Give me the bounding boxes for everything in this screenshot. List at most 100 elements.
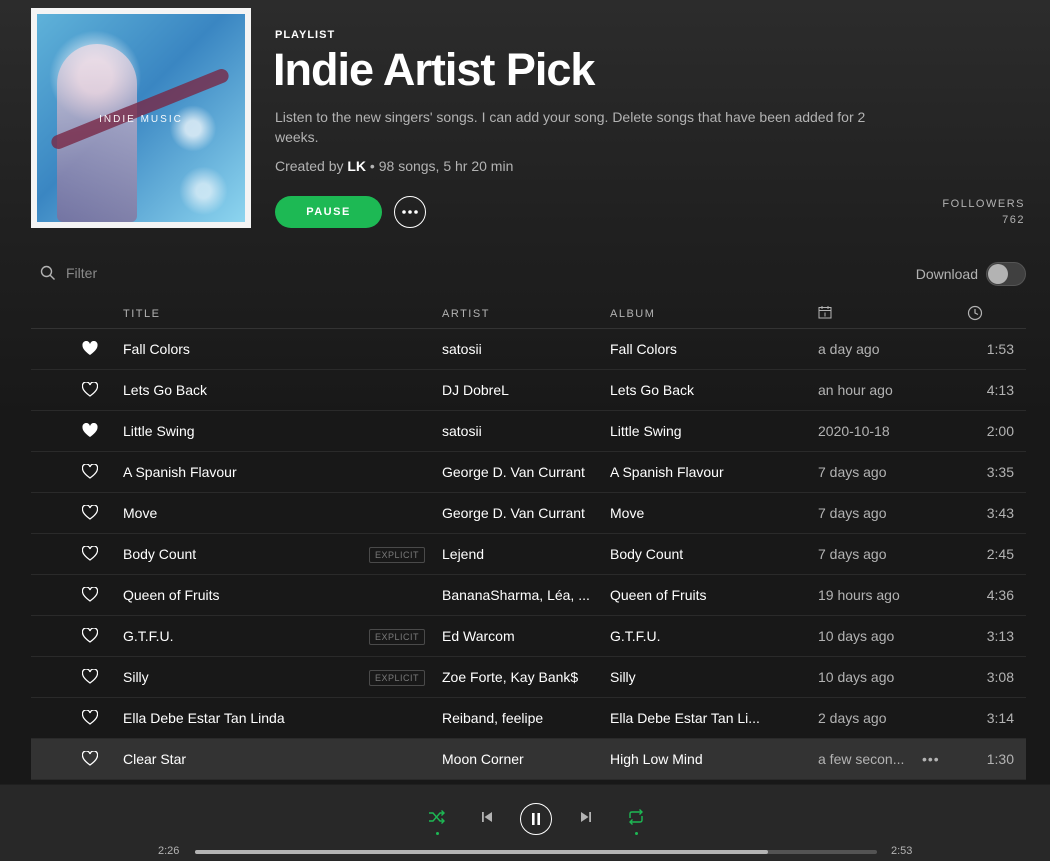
track-duration: 3:14 — [986, 710, 1014, 726]
row-more-icon[interactable]: ••• — [922, 751, 940, 767]
heart-outline-icon[interactable] — [82, 669, 98, 685]
track-album[interactable]: Fall Colors — [610, 341, 770, 357]
playlist-cover[interactable]: INDIE MUSIC — [31, 8, 251, 228]
owner-link[interactable]: LK — [347, 158, 366, 174]
track-album[interactable]: Silly — [610, 669, 770, 685]
repeat-active-dot — [635, 832, 638, 835]
filter-input[interactable] — [66, 265, 226, 281]
track-date-added: 7 days ago — [818, 464, 887, 480]
track-duration: 4:13 — [986, 382, 1014, 398]
track-row[interactable]: Clear Star Moon Corner High Low Mind a few … — [31, 739, 1026, 780]
track-artist[interactable]: George D. Van Currant — [442, 464, 598, 480]
cover-text: INDIE MUSIC — [99, 114, 183, 125]
track-title[interactable]: A Spanish Flavour — [123, 464, 237, 480]
track-artist[interactable]: Ed Warcom — [442, 628, 598, 644]
track-row[interactable]: Body Count EXPLICIT Lejend Body Count 7 days… — [31, 534, 1026, 575]
track-duration: 1:53 — [986, 341, 1014, 357]
page-title: Indie Artist Pick — [273, 44, 595, 95]
track-date-added: 10 days ago — [818, 628, 895, 644]
track-row[interactable]: Ella Debe Estar Tan Linda Reiband, feelip… — [31, 698, 1026, 739]
heart-outline-icon[interactable] — [82, 587, 98, 603]
track-title[interactable]: Ella Debe Estar Tan Linda — [123, 710, 285, 726]
download-label: Download — [915, 266, 978, 282]
heart-outline-icon[interactable] — [82, 505, 98, 521]
playlist-meta: Created by LK • 98 songs, 5 hr 20 min — [275, 158, 513, 174]
track-artist[interactable]: Zoe Forte, Kay Bank$ — [442, 669, 598, 685]
track-title[interactable]: G.T.F.U. — [123, 628, 174, 644]
track-album[interactable]: A Spanish Flavour — [610, 464, 770, 480]
track-title[interactable]: Lets Go Back — [123, 382, 207, 398]
followers-count: 762 — [1002, 214, 1025, 226]
track-title[interactable]: Move — [123, 505, 157, 521]
shuffle-active-dot — [436, 832, 439, 835]
track-album[interactable]: Lets Go Back — [610, 382, 770, 398]
track-row[interactable]: Queen of Fruits BananaSharma, Léa, ... Que… — [31, 575, 1026, 616]
download-toggle[interactable] — [986, 262, 1026, 286]
track-list: Fall Colors satosii Fall Colors a day ago 1:… — [31, 329, 1026, 780]
track-title[interactable]: Fall Colors — [123, 341, 190, 357]
search-icon — [40, 265, 55, 280]
heart-outline-icon[interactable] — [82, 546, 98, 562]
track-row[interactable]: Move George D. Van Currant Move 7 days ago 3… — [31, 493, 1026, 534]
track-date-added: an hour ago — [818, 382, 893, 398]
column-header-date-added[interactable] — [818, 305, 832, 322]
track-album[interactable]: G.T.F.U. — [610, 628, 770, 644]
playlist-description: Listen to the new singers' songs. I can … — [275, 109, 866, 145]
heart-outline-icon[interactable] — [82, 751, 98, 767]
track-artist[interactable]: George D. Van Currant — [442, 505, 598, 521]
heart-outline-icon[interactable] — [82, 464, 98, 480]
track-album[interactable]: Move — [610, 505, 770, 521]
track-title[interactable]: Body Count — [123, 546, 196, 562]
track-row[interactable]: A Spanish Flavour George D. Van Currant A … — [31, 452, 1026, 493]
track-title[interactable]: Clear Star — [123, 751, 186, 767]
track-album[interactable]: Little Swing — [610, 423, 770, 439]
track-artist[interactable]: BananaSharma, Léa, ... — [442, 587, 598, 603]
track-row[interactable]: Silly EXPLICIT Zoe Forte, Kay Bank$ Silly 10… — [31, 657, 1026, 698]
previous-button[interactable] — [478, 807, 496, 827]
track-album[interactable]: Body Count — [610, 546, 770, 562]
track-album[interactable]: Queen of Fruits — [610, 587, 770, 603]
next-button[interactable] — [577, 807, 595, 827]
track-artist[interactable]: DJ DobreL — [442, 382, 598, 398]
track-date-added: 7 days ago — [818, 505, 887, 521]
heart-outline-icon[interactable] — [82, 628, 98, 644]
track-artist[interactable]: Reiband, feelipe — [442, 710, 598, 726]
repeat-icon — [629, 809, 643, 825]
heart-outline-icon[interactable] — [82, 382, 98, 398]
created-by-label: Created by — [275, 158, 344, 174]
column-header-album[interactable]: ALBUM — [610, 308, 655, 320]
track-title[interactable]: Little Swing — [123, 423, 195, 439]
heart-filled-icon[interactable] — [82, 341, 98, 357]
track-duration: 4:36 — [986, 587, 1014, 603]
track-duration: 2:45 — [986, 546, 1014, 562]
progress-bar[interactable] — [195, 850, 877, 854]
track-artist[interactable]: satosii — [442, 341, 598, 357]
heart-outline-icon[interactable] — [82, 710, 98, 726]
shuffle-button[interactable] — [427, 807, 447, 827]
column-header-title[interactable]: TITLE — [123, 308, 160, 320]
pause-icon — [532, 813, 540, 825]
track-date-added: 2020-10-18 — [818, 423, 890, 439]
elapsed-time: 2:26 — [158, 845, 180, 857]
track-row[interactable]: G.T.F.U. EXPLICIT Ed Warcom G.T.F.U. 10 days… — [31, 616, 1026, 657]
column-header-duration[interactable] — [967, 305, 983, 324]
pause-button[interactable]: PAUSE — [275, 196, 382, 228]
track-title[interactable]: Queen of Fruits — [123, 587, 220, 603]
heart-filled-icon[interactable] — [82, 423, 98, 439]
table-header: TITLE ARTIST ALBUM — [31, 303, 1026, 329]
more-options-button[interactable] — [394, 196, 426, 228]
repeat-button[interactable] — [626, 807, 646, 827]
track-album[interactable]: High Low Mind — [610, 751, 770, 767]
play-pause-button[interactable] — [520, 803, 552, 835]
track-title[interactable]: Silly — [123, 669, 149, 685]
track-duration: 3:43 — [986, 505, 1014, 521]
track-row[interactable]: Lets Go Back DJ DobreL Lets Go Back an hour… — [31, 370, 1026, 411]
track-artist[interactable]: satosii — [442, 423, 598, 439]
track-row[interactable]: Fall Colors satosii Fall Colors a day ago 1:… — [31, 329, 1026, 370]
track-artist[interactable]: Moon Corner — [442, 751, 598, 767]
track-row[interactable]: Little Swing satosii Little Swing 2020-10-1… — [31, 411, 1026, 452]
column-header-artist[interactable]: ARTIST — [442, 308, 490, 320]
track-artist[interactable]: Lejend — [442, 546, 598, 562]
track-album[interactable]: Ella Debe Estar Tan Li... — [610, 710, 770, 726]
explicit-badge: EXPLICIT — [369, 629, 426, 645]
